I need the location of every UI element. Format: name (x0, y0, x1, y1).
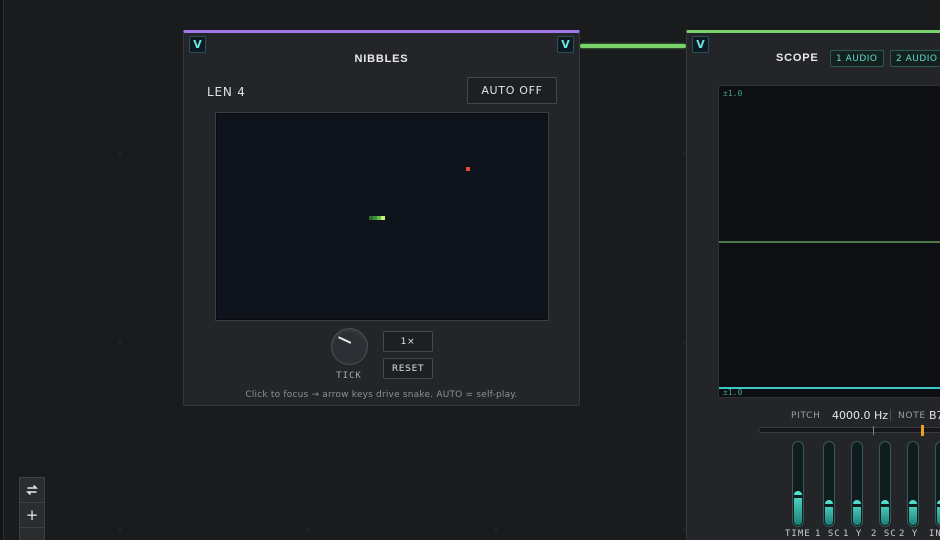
fader-cap (936, 504, 940, 507)
fader-2-y[interactable] (907, 441, 919, 527)
auto-toggle-button[interactable]: AUTO OFF (467, 77, 557, 104)
snake-head (381, 216, 385, 220)
fader-label: 2 Y (899, 529, 919, 539)
fader-label: 1 SC (815, 529, 841, 539)
fader-cap (793, 495, 803, 498)
fader-2-sc[interactable] (879, 441, 891, 527)
scope-display: ±1.0 ±1.0 (718, 85, 940, 398)
pitch-slider[interactable] (758, 425, 940, 436)
grid-dot (118, 528, 122, 532)
speed-button[interactable]: 1× (383, 331, 433, 352)
fader-cap (824, 504, 834, 507)
note-label: NOTE (898, 411, 926, 421)
slider-thumb[interactable] (921, 425, 924, 436)
food-pellet (466, 167, 470, 171)
fader-label: 2 SC (871, 529, 897, 539)
pitch-label: PITCH (791, 411, 821, 421)
module-title: NIBBLES (354, 53, 409, 65)
fader-label: TIME (785, 529, 811, 539)
reset-button[interactable]: RESET (383, 358, 433, 379)
snake-length-readout: LEN 4 (207, 85, 246, 99)
grid-dot (118, 340, 122, 344)
zoom-in-button[interactable]: + (19, 502, 45, 528)
grid-dot (494, 528, 498, 532)
slider-center-tick (873, 426, 874, 435)
canvas-edge (0, 0, 4, 540)
knob-indicator (337, 336, 352, 344)
module-title: SCOPE (776, 52, 819, 64)
patch-canvas[interactable]: V V NIBBLES LEN 4 AUTO OFF TICK 1× RESET… (0, 0, 940, 540)
scope-module[interactable]: V SCOPE 1 AUDIO 2 AUDIO ±1.0 ±1.0 PITCH … (686, 30, 940, 540)
module-badge-icon[interactable]: V (189, 36, 206, 53)
input-chip-2[interactable]: 2 AUDIO (890, 50, 940, 67)
knob-label: TICK (336, 371, 362, 381)
zoom-out-button[interactable] (19, 527, 45, 540)
module-badge-icon[interactable]: V (692, 36, 709, 53)
divider (890, 409, 891, 421)
nibbles-module[interactable]: V V NIBBLES LEN 4 AUTO OFF TICK 1× RESET… (183, 30, 580, 406)
grid-dot (118, 152, 122, 156)
fader-cap (852, 504, 862, 507)
fader-cap (908, 504, 918, 507)
fader-in[interactable] (935, 441, 940, 527)
help-text: Click to focus → arrow keys drive snake.… (245, 390, 518, 400)
pitch-value: 4000.0 Hz (832, 409, 889, 422)
fader-1-sc[interactable] (823, 441, 835, 527)
patch-cable[interactable] (580, 44, 686, 48)
tick-knob[interactable] (331, 328, 368, 365)
fader-1-y[interactable] (851, 441, 863, 527)
scale-label-bottom: ±1.0 (723, 388, 743, 397)
grid-dot (306, 528, 310, 532)
swap-icon[interactable] (19, 477, 45, 503)
fader-label: IN (929, 529, 940, 539)
note-value: B7 (929, 409, 940, 422)
fader-label: 1 Y (843, 529, 863, 539)
scale-label-top: ±1.0 (723, 89, 743, 98)
trace-channel-1 (719, 241, 940, 243)
fader-cap (880, 504, 890, 507)
trace-channel-2 (719, 387, 940, 389)
game-board[interactable] (215, 112, 549, 321)
input-chip-1[interactable]: 1 AUDIO (830, 50, 884, 67)
module-badge-icon[interactable]: V (557, 36, 574, 53)
fader-time[interactable] (792, 441, 804, 527)
